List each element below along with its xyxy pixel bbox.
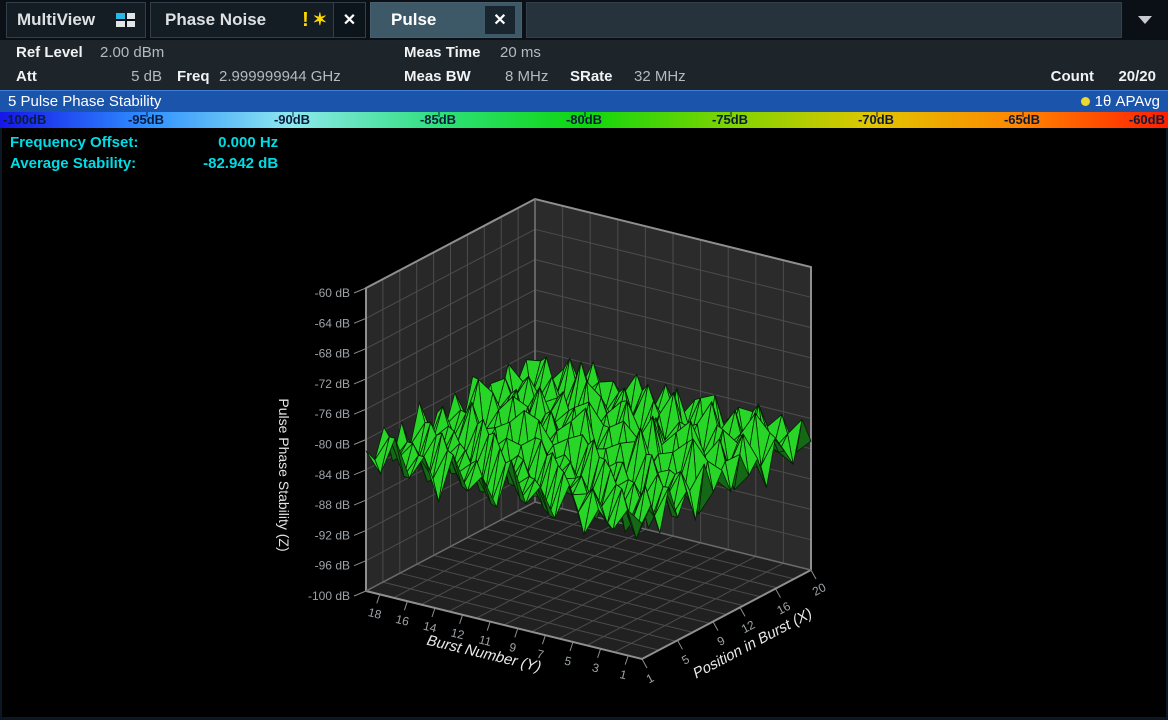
svg-text:3: 3 [591, 660, 601, 675]
frequency-offset-value: 0.000 Hz [186, 134, 278, 151]
svg-text:20: 20 [810, 580, 829, 599]
tab-pulse[interactable]: Pulse ✕ [370, 2, 522, 38]
ref-level-value[interactable]: 2.00 dBm [100, 44, 164, 61]
colorbar-tick [584, 112, 586, 117]
multiview-grid-icon [116, 13, 135, 27]
freq-value[interactable]: 2.999999944 GHz [219, 68, 341, 85]
svg-text:-92 dB: -92 dB [315, 528, 350, 542]
colorbar-tick [876, 112, 878, 117]
freq-label: Freq [177, 68, 210, 85]
svg-text:5: 5 [679, 652, 692, 668]
colorbar-tick [292, 112, 294, 117]
svg-text:-100 dB: -100 dB [308, 589, 350, 603]
svg-text:9: 9 [715, 633, 728, 649]
chevron-down-icon [1138, 16, 1152, 24]
tab-bar-empty-area [526, 2, 1122, 38]
svg-text:-60 dB: -60 dB [315, 286, 350, 300]
colorbar-tick [1022, 112, 1024, 117]
meas-bw-value[interactable]: 8 MHz [505, 68, 548, 85]
z-axis: -60 dB -64 dB -68 dB -72 dB -76 dB -80 dB -84 … [276, 286, 366, 603]
tab-phase-noise-close-button[interactable]: ✕ [333, 3, 365, 37]
instrument-screen: MultiView Phase Noise ! ✶ ✕ Pulse ✕ Ref … [0, 0, 1168, 720]
colorbar-label: -60dB [1129, 112, 1165, 128]
srate-label: SRate [570, 68, 613, 85]
colorbar-tick [438, 112, 440, 117]
warning-exclamation-icon: ! [302, 9, 309, 32]
svg-text:Pulse Phase Stability (Z): Pulse Phase Stability (Z) [276, 398, 292, 551]
meas-bw-label: Meas BW [404, 68, 471, 85]
tab-overflow-button[interactable] [1122, 0, 1168, 40]
tab-pulse-close-button[interactable]: ✕ [485, 6, 515, 34]
svg-text:1: 1 [644, 671, 657, 687]
close-icon: ✕ [343, 10, 356, 30]
count-label: Count [1051, 68, 1094, 85]
close-icon: ✕ [493, 10, 506, 30]
window-title-bar[interactable]: 5 Pulse Phase Stability 1θ APAvg [0, 90, 1168, 112]
result-readout: Frequency Offset: 0.000 Hz Average Stabi… [10, 134, 278, 176]
meas-time-value[interactable]: 20 ms [500, 44, 541, 61]
tab-multiview[interactable]: MultiView [6, 2, 146, 38]
svg-text:-80 dB: -80 dB [315, 438, 350, 452]
average-stability-label: Average Stability: [10, 155, 182, 172]
att-value[interactable]: 5 dB [100, 68, 162, 85]
settings-header: Ref Level 2.00 dBm Meas Time 20 ms Att 5… [0, 40, 1168, 90]
svg-text:-72 dB: -72 dB [315, 377, 350, 391]
window-title: 5 Pulse Phase Stability [8, 93, 1081, 110]
tab-bar: MultiView Phase Noise ! ✶ ✕ Pulse ✕ [0, 0, 1168, 40]
svg-text:-68 dB: -68 dB [315, 347, 350, 361]
color-scale-bar: -100dB-95dB-90dB-85dB-80dB-75dB-70dB-65d… [0, 112, 1168, 128]
svg-text:1: 1 [618, 667, 628, 682]
average-stability-value: -82.942 dB [186, 155, 278, 172]
svg-text:18: 18 [367, 605, 384, 622]
colorbar-tick [730, 112, 732, 117]
count-value: 20/20 [1118, 68, 1156, 85]
trace-info: 1θ APAvg [1095, 93, 1160, 110]
warning-star-icon: ✶ [313, 10, 327, 30]
tab-phase-noise-label: Phase Noise [165, 10, 302, 30]
frequency-offset-label: Frequency Offset: [10, 134, 182, 151]
svg-text:-88 dB: -88 dB [315, 498, 350, 512]
svg-text:-64 dB: -64 dB [315, 316, 350, 330]
ref-level-label: Ref Level [16, 44, 83, 61]
meas-time-label: Meas Time [404, 44, 480, 61]
tab-multiview-label: MultiView [17, 10, 95, 30]
srate-value[interactable]: 32 MHz [634, 68, 686, 85]
svg-text:-84 dB: -84 dB [315, 468, 350, 482]
3d-surface-plot-canvas[interactable]: -60 dB -64 dB -68 dB -72 dB -76 dB -80 dB -84 … [2, 128, 1166, 717]
tab-phase-noise[interactable]: Phase Noise ! ✶ ✕ [150, 2, 366, 38]
svg-text:-96 dB: -96 dB [315, 559, 350, 573]
svg-text:5: 5 [563, 654, 573, 669]
svg-text:16: 16 [394, 612, 411, 629]
colorbar-label: -100dB [3, 112, 46, 128]
att-label: Att [16, 68, 37, 85]
plot-area[interactable]: -60 dB -64 dB -68 dB -72 dB -76 dB -80 dB -84 … [0, 128, 1168, 720]
tab-pulse-label: Pulse [391, 10, 485, 30]
colorbar-tick [146, 112, 148, 117]
svg-text:-76 dB: -76 dB [315, 407, 350, 421]
trace-active-dot-icon [1081, 97, 1090, 106]
